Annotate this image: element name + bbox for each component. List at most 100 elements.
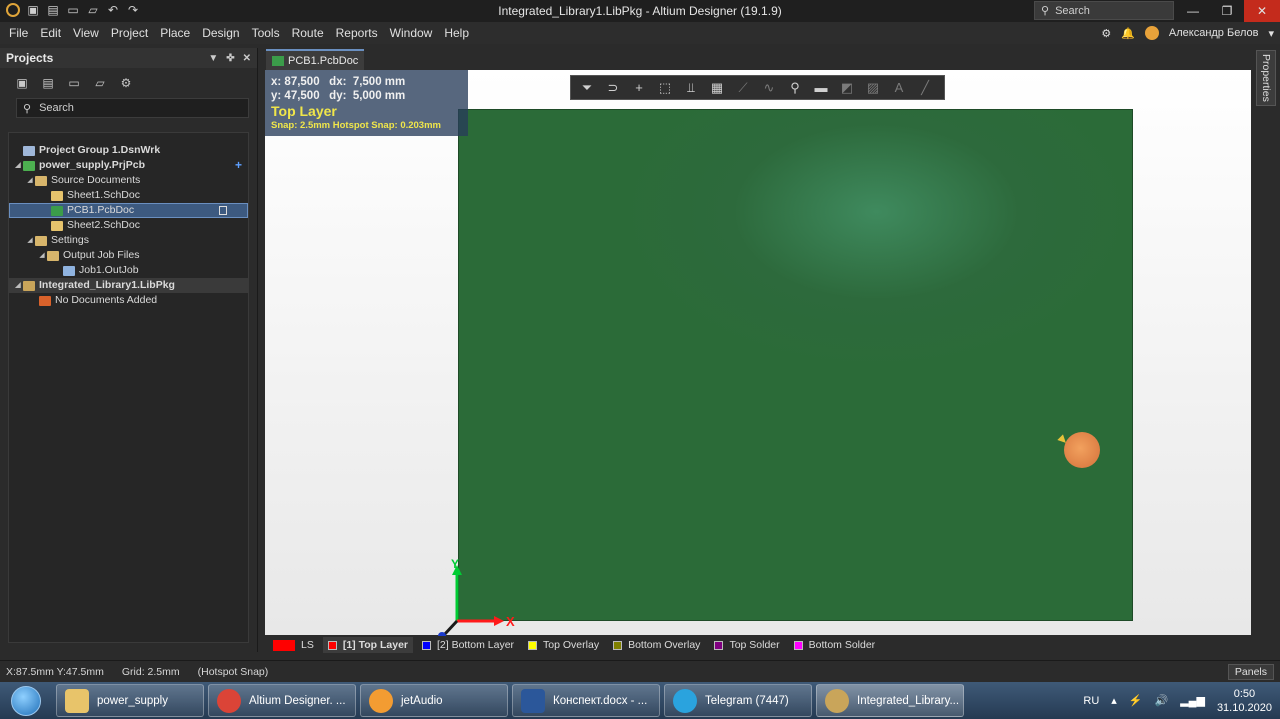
layer-tabs: LS [1] Top Layer [2] Bottom Layer Top Ov… [262,636,1252,654]
expand-triangle-icon[interactable]: ◢ [25,173,35,188]
via-icon[interactable]: ⚲ [787,80,803,96]
pad[interactable] [1064,432,1100,468]
expand-triangle-icon[interactable]: ◢ [37,248,47,263]
tree-item-integrated-library[interactable]: ◢ Integrated_Library1.LibPkg [9,278,248,293]
task-telegram[interactable]: Telegram (7447) [664,684,812,717]
global-search-box[interactable]: ⚲ Search [1034,1,1174,20]
task-jetaudio[interactable]: jetAudio [360,684,508,717]
tree-item-sheet1[interactable]: Sheet1.SchDoc [9,188,248,203]
save-all-icon[interactable]: ▤ [40,76,56,90]
folder-icon [47,250,59,261]
gear-icon[interactable]: ⚙ [1101,27,1111,40]
current-layer-color [273,639,295,651]
tab-pcb1[interactable]: PCB1.PcbDoc [266,49,365,70]
tree-item-settings[interactable]: ◢ Settings [9,233,248,248]
menu-place[interactable]: Place [154,22,196,44]
projects-search-input[interactable]: ⚲ Search [16,98,249,118]
origin-axis-marker: Y X [438,557,515,640]
properties-tab[interactable]: Properties [1256,50,1276,106]
tree-item-output-job-files[interactable]: ◢ Output Job Files [9,248,248,263]
avatar[interactable] [1144,26,1159,40]
pcb-doc-icon [51,205,63,216]
restore-button[interactable]: ❐ [1210,0,1244,22]
task-chrome[interactable]: Altium Designer. ... [208,684,356,717]
layer-set-tab[interactable]: LS [268,637,319,653]
close-button[interactable]: ✕ [1244,0,1280,22]
power-icon[interactable]: ⚡ [1129,694,1143,707]
expand-triangle-icon[interactable]: ◢ [13,158,23,173]
panel-close-icon[interactable]: ✕ [243,53,251,64]
volume-icon[interactable]: 🔊 [1155,694,1169,707]
project-options-icon[interactable]: ▱ [92,76,108,90]
menu-file[interactable]: File [3,22,34,44]
save-icon[interactable]: ▣ [14,76,30,90]
menu-help[interactable]: Help [438,22,475,44]
expand-triangle-icon[interactable]: ◢ [25,233,35,248]
bell-icon[interactable]: 🔔 [1121,27,1135,40]
projects-search-placeholder: Search [39,102,74,114]
route-icon[interactable]: ⟋ [735,80,751,96]
menu-window[interactable]: Window [384,22,439,44]
add-icon[interactable]: + [235,158,242,173]
start-button[interactable] [4,683,48,718]
gear-icon[interactable]: ⚙ [118,76,134,90]
search-icon: ⚲ [23,102,32,115]
jetaudio-icon [369,688,393,713]
menu-project[interactable]: Project [105,22,154,44]
select-rectangle-icon[interactable]: ⬚ [657,80,673,96]
menu-tools[interactable]: Tools [246,22,286,44]
interactive-routing-icon[interactable]: ⊃ [605,80,621,96]
layer-tab-top-solder[interactable]: Top Solder [709,637,784,653]
language-indicator[interactable]: RU [1083,695,1099,707]
crosshair-icon[interactable]: + [631,80,647,96]
tree-item-pcb1[interactable]: PCB1.PcbDoc [9,203,248,218]
pin-icon[interactable]: ✜ [226,53,234,64]
task-word[interactable]: Конспект.docx - ... [512,684,660,717]
panel-controls: ▼ ✜ ✕ [208,53,251,64]
layer-tab-bottom-layer[interactable]: [2] Bottom Layer [417,637,519,653]
tree-item-no-documents[interactable]: No Documents Added [9,293,248,308]
tree-item-source-documents[interactable]: ◢ Source Documents [9,173,248,188]
tree-item-sheet2[interactable]: Sheet2.SchDoc [9,218,248,233]
network-icon[interactable]: ▂▄▆ [1180,694,1205,707]
layer-tab-bottom-overlay[interactable]: Bottom Overlay [608,637,705,653]
menu-view[interactable]: View [67,22,105,44]
tab-label: PCB1.PcbDoc [288,54,359,67]
panels-button[interactable]: Panels [1227,664,1274,680]
user-name[interactable]: Александр Белов [1169,27,1259,39]
open-folder-icon[interactable]: ▭ [66,76,82,90]
align-icon[interactable]: ⫫ [683,80,699,96]
task-altium[interactable]: Integrated_Library... [816,684,964,717]
minimize-button[interactable]: — [1176,0,1210,22]
tray-expand-icon[interactable]: ▴ [1111,694,1117,707]
filter-icon[interactable]: ⏷ [579,80,595,96]
keepout-icon[interactable]: ◩ [839,80,855,96]
clock[interactable]: 0:50 31.10.2020 [1217,687,1272,715]
component-icon[interactable]: ▦ [709,80,725,96]
menu-design[interactable]: Design [196,22,245,44]
menu-edit[interactable]: Edit [34,22,67,44]
polygon-icon[interactable]: ▬ [813,80,829,96]
expand-triangle-icon[interactable]: ◢ [13,278,23,293]
tree-item-power-supply[interactable]: ◢ power_supply.PrjPcb + [9,158,248,173]
task-label: Конспект.docx - ... [553,694,648,707]
altium-icon [825,688,849,713]
pcb-board[interactable] [458,109,1133,621]
tree-item-job1[interactable]: Job1.OutJob [9,263,248,278]
tune-length-icon[interactable]: ∿ [761,80,777,96]
hud-current-layer: Top Layer [271,103,337,119]
pcb-canvas[interactable] [265,70,1251,635]
dimension-icon[interactable]: ▨ [865,80,881,96]
chevron-down-icon[interactable]: ▾ [1268,27,1274,40]
task-power-supply[interactable]: power_supply [56,684,204,717]
layer-tab-bottom-solder[interactable]: Bottom Solder [789,637,881,653]
panel-menu-icon[interactable]: ▼ [208,53,218,64]
layer-tab-top-overlay[interactable]: Top Overlay [523,637,604,653]
text-icon[interactable]: A [891,80,907,96]
line-icon[interactable]: ╱ [917,80,933,96]
layer-tab-top-layer[interactable]: [1] Top Layer [322,637,413,653]
clock-time: 0:50 [1233,687,1256,700]
menu-route[interactable]: Route [286,22,330,44]
tree-item-workspace[interactable]: Project Group 1.DsnWrk [9,143,248,158]
menu-reports[interactable]: Reports [330,22,384,44]
